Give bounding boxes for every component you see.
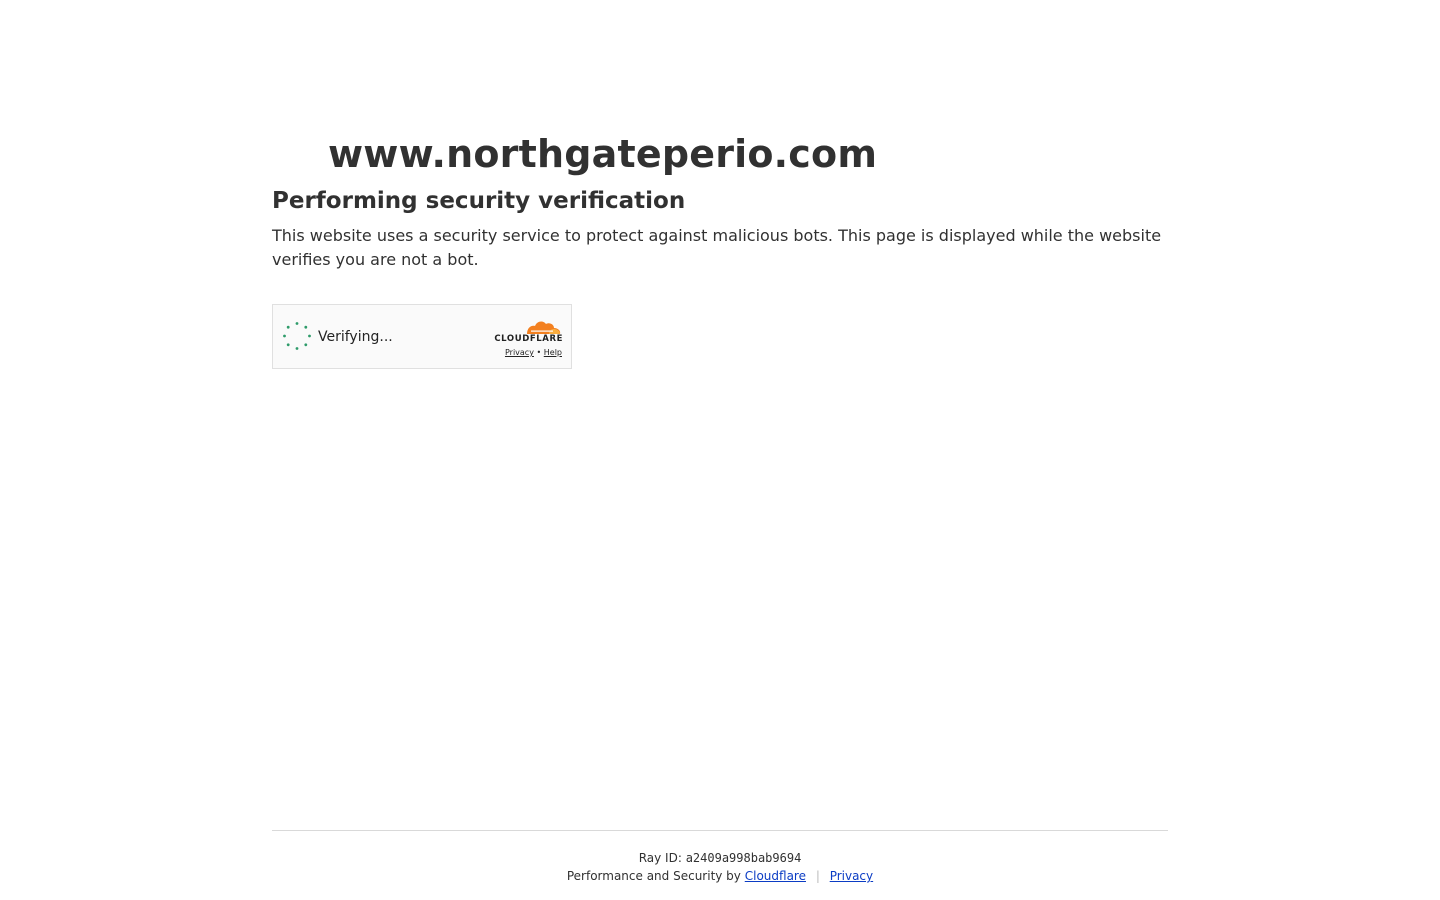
verification-description: This website uses a security service to … [272,226,1162,269]
spinner-icon [283,322,311,350]
verifying-status: Verifying... [318,329,393,345]
ray-id-label: Ray ID: [638,851,682,865]
cloudflare-link[interactable]: Cloudflare [745,869,806,883]
widget-link-separator: • [536,348,542,357]
footer-separator: | [815,869,820,883]
site-domain-title: www.northgateperio.com [328,132,878,176]
widget-help-link[interactable]: Help [544,348,562,357]
performance-text: Performance and Security by [566,869,741,883]
main-content: www.northgateperio.com Performing securi… [272,126,1168,272]
footer-privacy-link[interactable]: Privacy [830,869,873,883]
ray-id-line: Ray ID: a2409a998bab9694 [272,849,1168,867]
turnstile-widget[interactable]: Verifying... CLOUDFLARE Privacy • Help [272,304,572,369]
page: www.northgateperio.com Performing securi… [0,0,1440,900]
performance-line: Performance and Security by Cloudflare |… [272,867,1168,885]
widget-privacy-link[interactable]: Privacy [505,348,534,357]
footer: Ray ID: a2409a998bab9694 Performance and… [272,830,1168,885]
widget-links: Privacy • Help [505,347,562,359]
verification-heading: Performing security verification [272,188,686,214]
cloudflare-wordmark: CLOUDFLARE [494,334,563,344]
ray-id-value: a2409a998bab9694 [685,851,802,865]
